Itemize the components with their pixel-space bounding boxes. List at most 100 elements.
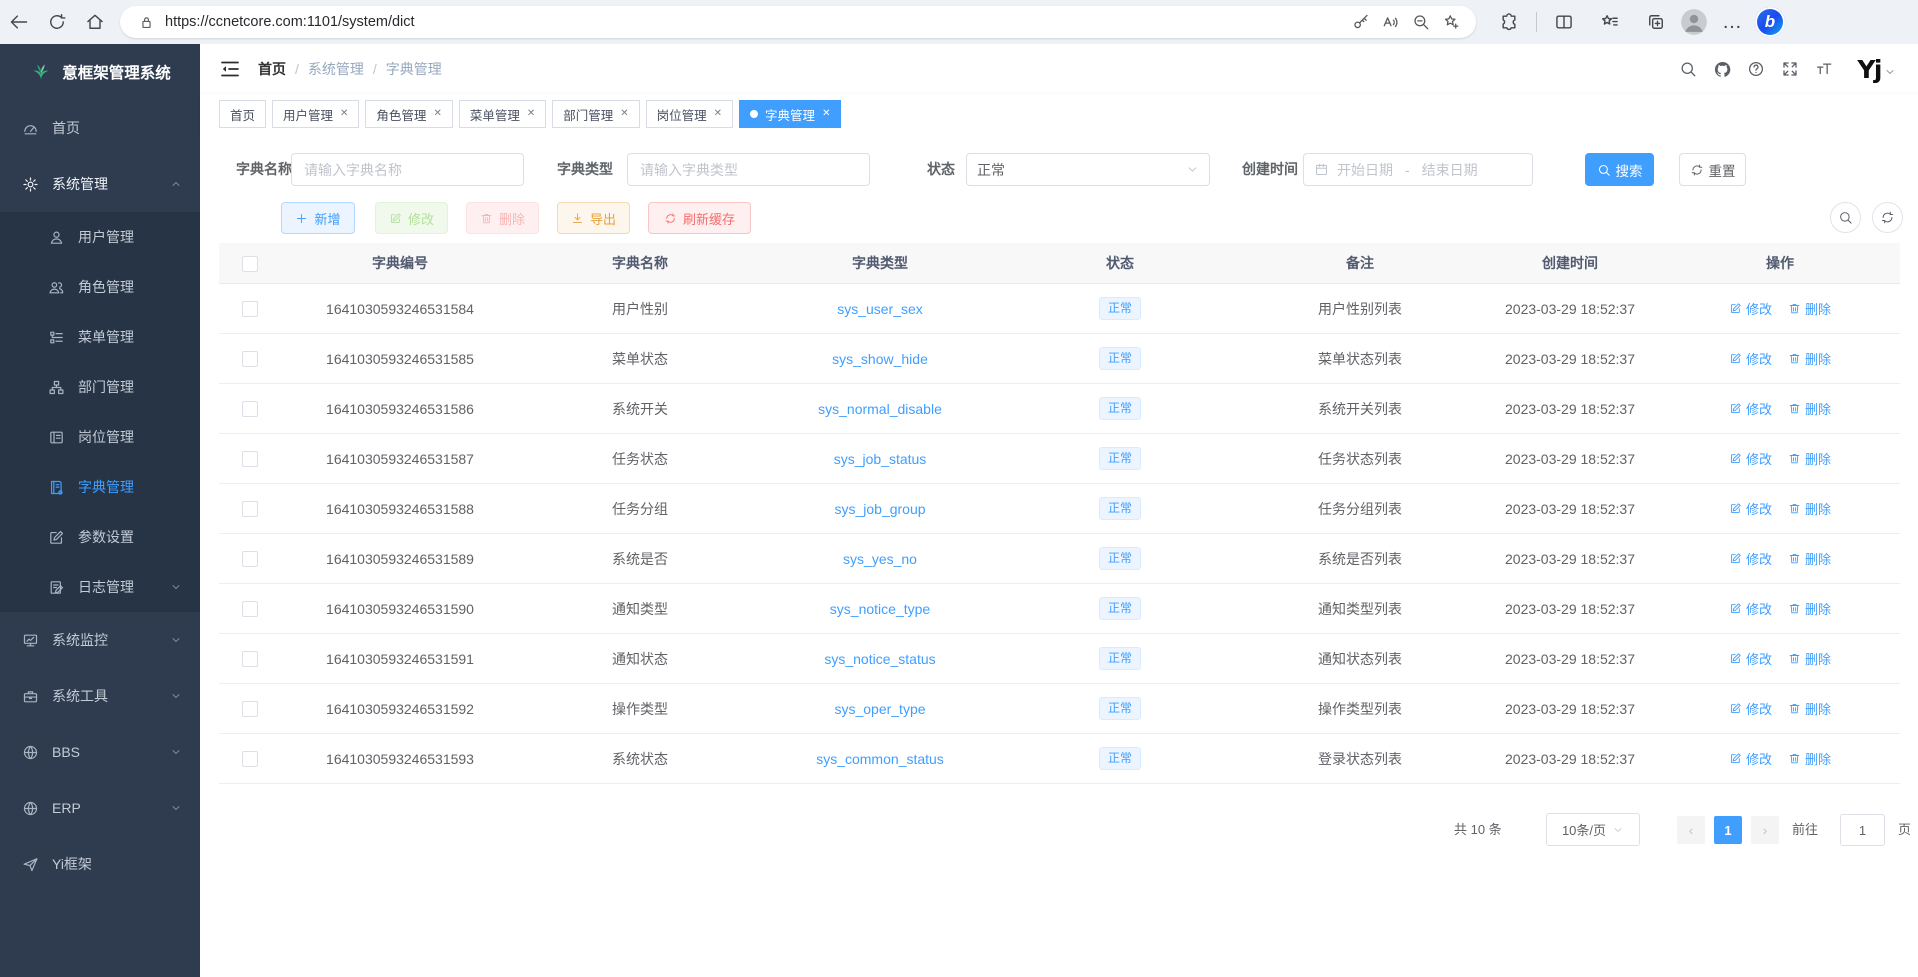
browser-profile-avatar[interactable] bbox=[1680, 8, 1708, 36]
sidebar-toggle-icon[interactable] bbox=[218, 57, 242, 81]
date-range-picker[interactable]: 开始日期 - 结束日期 bbox=[1303, 153, 1533, 186]
row-edit-link[interactable]: 修改 bbox=[1729, 449, 1772, 468]
address-bar[interactable]: https://ccnetcore.com:1101/system/dict bbox=[120, 6, 1476, 38]
read-aloud-icon[interactable] bbox=[1376, 8, 1406, 36]
breadcrumb-home[interactable]: 首页 bbox=[258, 59, 286, 79]
bing-copilot-icon[interactable]: b bbox=[1755, 7, 1785, 37]
row-edit-link[interactable]: 修改 bbox=[1729, 349, 1772, 368]
tab-close-icon[interactable]: ✕ bbox=[340, 109, 348, 119]
row-delete-link[interactable]: 删除 bbox=[1788, 449, 1831, 468]
favorites-icon[interactable] bbox=[1591, 4, 1629, 40]
extensions-icon[interactable] bbox=[1490, 4, 1528, 40]
dict-type-link[interactable]: sys_notice_type bbox=[830, 601, 930, 617]
row-delete-link[interactable]: 删除 bbox=[1788, 649, 1831, 668]
row-checkbox[interactable] bbox=[242, 751, 258, 767]
tab-user-mgmt[interactable]: 用户管理✕ bbox=[272, 100, 359, 128]
search-button[interactable]: 搜索 bbox=[1585, 153, 1654, 186]
row-checkbox[interactable] bbox=[242, 301, 258, 317]
status-select[interactable]: 正常 bbox=[966, 153, 1210, 186]
dict-type-link[interactable]: sys_job_group bbox=[834, 501, 925, 517]
prev-page-button[interactable]: ‹ bbox=[1677, 816, 1705, 844]
browser-refresh-button[interactable] bbox=[38, 4, 76, 40]
page-size-select[interactable]: 10条/页 bbox=[1546, 813, 1640, 846]
tab-close-icon[interactable]: ✕ bbox=[620, 109, 628, 119]
dict-type-link[interactable]: sys_show_hide bbox=[832, 351, 928, 367]
sidebar-item-post-mgmt[interactable]: 岗位管理 bbox=[0, 412, 200, 462]
row-edit-link[interactable]: 修改 bbox=[1729, 549, 1772, 568]
row-edit-link[interactable]: 修改 bbox=[1729, 299, 1772, 318]
tab-close-icon[interactable]: ✕ bbox=[527, 109, 535, 119]
github-icon[interactable] bbox=[1705, 44, 1739, 94]
row-edit-link[interactable]: 修改 bbox=[1729, 599, 1772, 618]
user-caret-icon[interactable] bbox=[1884, 66, 1896, 78]
browser-back-button[interactable] bbox=[0, 4, 38, 40]
row-checkbox[interactable] bbox=[242, 651, 258, 667]
row-delete-link[interactable]: 删除 bbox=[1788, 749, 1831, 768]
dict-type-input[interactable] bbox=[627, 153, 870, 186]
row-checkbox[interactable] bbox=[242, 551, 258, 567]
delete-button[interactable]: 删除 bbox=[466, 202, 539, 234]
sidebar-item-param-settings[interactable]: 参数设置 bbox=[0, 512, 200, 562]
select-all-checkbox[interactable] bbox=[242, 256, 258, 272]
edit-button[interactable]: 修改 bbox=[375, 202, 448, 234]
current-page-button[interactable]: 1 bbox=[1714, 816, 1742, 844]
add-button[interactable]: 新增 bbox=[281, 202, 355, 234]
row-checkbox[interactable] bbox=[242, 701, 258, 717]
tab-role-mgmt[interactable]: 角色管理✕ bbox=[365, 100, 452, 128]
goto-page-input[interactable] bbox=[1840, 814, 1885, 846]
refresh-table-button[interactable] bbox=[1872, 202, 1903, 233]
user-logo[interactable]: Yj bbox=[1857, 55, 1881, 84]
sidebar-item-menu-mgmt[interactable]: 菜单管理 bbox=[0, 312, 200, 362]
row-delete-link[interactable]: 删除 bbox=[1788, 699, 1831, 718]
url-text[interactable]: https://ccnetcore.com:1101/system/dict bbox=[165, 14, 1346, 30]
toggle-search-button[interactable] bbox=[1830, 202, 1861, 233]
next-page-button[interactable]: › bbox=[1751, 816, 1779, 844]
tab-close-icon[interactable]: ✕ bbox=[714, 109, 722, 119]
tab-menu-mgmt[interactable]: 菜单管理✕ bbox=[459, 100, 546, 128]
browser-home-button[interactable] bbox=[76, 4, 114, 40]
collections-icon[interactable] bbox=[1637, 4, 1675, 40]
browser-menu-icon[interactable]: … bbox=[1713, 4, 1751, 40]
dict-type-link[interactable]: sys_yes_no bbox=[843, 551, 917, 567]
export-button[interactable]: 导出 bbox=[557, 202, 630, 234]
row-edit-link[interactable]: 修改 bbox=[1729, 749, 1772, 768]
dict-type-link[interactable]: sys_common_status bbox=[816, 751, 944, 767]
row-delete-link[interactable]: 删除 bbox=[1788, 499, 1831, 518]
row-delete-link[interactable]: 删除 bbox=[1788, 399, 1831, 418]
sidebar-item-role-mgmt[interactable]: 角色管理 bbox=[0, 262, 200, 312]
reset-button[interactable]: 重置 bbox=[1679, 153, 1746, 186]
row-checkbox[interactable] bbox=[242, 451, 258, 467]
sidebar-item-system-mgmt[interactable]: 系统管理 bbox=[0, 156, 200, 212]
dict-type-link[interactable]: sys_normal_disable bbox=[818, 401, 942, 417]
sidebar-item-user-mgmt[interactable]: 用户管理 bbox=[0, 212, 200, 262]
sidebar-item-dict-mgmt[interactable]: 字典管理 bbox=[0, 462, 200, 512]
sidebar-item-system-monitor[interactable]: 系统监控 bbox=[0, 612, 200, 668]
row-delete-link[interactable]: 删除 bbox=[1788, 549, 1831, 568]
sidebar-item-yi-framework[interactable]: Yi框架 bbox=[0, 836, 200, 892]
help-icon[interactable] bbox=[1739, 44, 1773, 94]
add-favorite-icon[interactable] bbox=[1436, 8, 1466, 36]
header-search-icon[interactable] bbox=[1671, 44, 1705, 94]
dict-name-input[interactable] bbox=[291, 153, 524, 186]
row-edit-link[interactable]: 修改 bbox=[1729, 399, 1772, 418]
refresh-cache-button[interactable]: 刷新缓存 bbox=[648, 202, 751, 234]
tab-dict-mgmt[interactable]: 字典管理✕ bbox=[739, 100, 841, 128]
row-checkbox[interactable] bbox=[242, 351, 258, 367]
dict-type-link[interactable]: sys_notice_status bbox=[824, 651, 935, 667]
sidebar-item-system-tools[interactable]: 系统工具 bbox=[0, 668, 200, 724]
row-checkbox[interactable] bbox=[242, 401, 258, 417]
sidebar-item-bbs[interactable]: BBS bbox=[0, 724, 200, 780]
row-edit-link[interactable]: 修改 bbox=[1729, 699, 1772, 718]
tab-home[interactable]: 首页 bbox=[219, 100, 266, 128]
sidebar-item-dept-mgmt[interactable]: 部门管理 bbox=[0, 362, 200, 412]
row-delete-link[interactable]: 删除 bbox=[1788, 599, 1831, 618]
sidebar-item-log-mgmt[interactable]: 日志管理 bbox=[0, 562, 200, 612]
dict-type-link[interactable]: sys_user_sex bbox=[837, 301, 923, 317]
row-checkbox[interactable] bbox=[242, 601, 258, 617]
zoom-out-icon[interactable] bbox=[1406, 8, 1436, 36]
dict-type-link[interactable]: sys_job_status bbox=[834, 451, 927, 467]
tab-dept-mgmt[interactable]: 部门管理✕ bbox=[552, 100, 639, 128]
font-size-icon[interactable] bbox=[1807, 44, 1841, 94]
sidebar-item-home[interactable]: 首页 bbox=[0, 100, 200, 156]
dict-type-link[interactable]: sys_oper_type bbox=[834, 701, 925, 717]
